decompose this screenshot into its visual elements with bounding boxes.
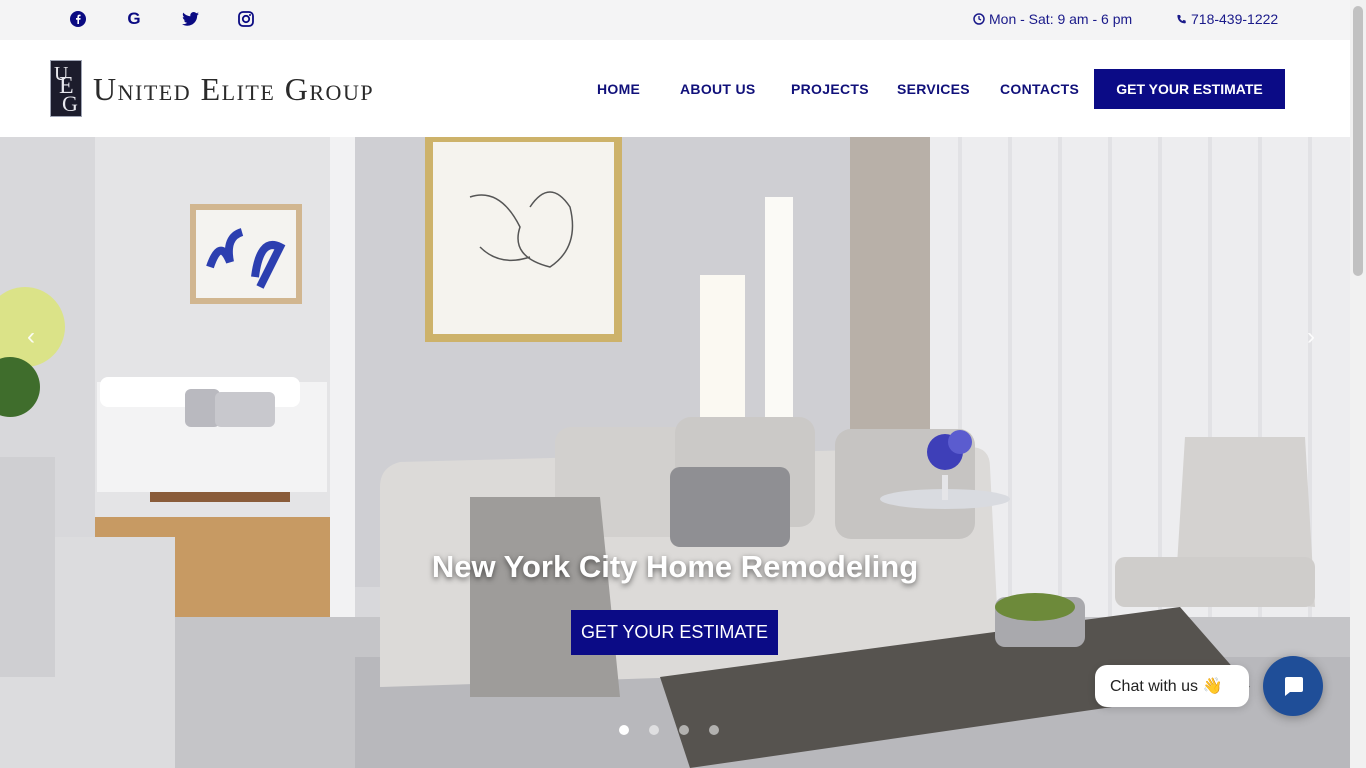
- nav-home[interactable]: HOME: [597, 81, 640, 97]
- business-hours: Mon - Sat: 9 am - 6 pm: [973, 11, 1132, 27]
- logo-mark[interactable]: U E G: [50, 60, 82, 117]
- chat-bubble[interactable]: Chat with us 👋: [1095, 665, 1249, 707]
- hours-text: Mon - Sat: 9 am - 6 pm: [989, 11, 1133, 27]
- page: G Mon - Sat: 9 am - 6 pm 718-439-1222 U …: [0, 0, 1366, 768]
- page-scrollbar[interactable]: [1350, 0, 1366, 768]
- slider-prev-arrow[interactable]: ‹: [27, 323, 35, 351]
- google-icon[interactable]: G: [124, 9, 144, 29]
- phone[interactable]: 718-439-1222: [1176, 11, 1278, 27]
- top-bar: G Mon - Sat: 9 am - 6 pm 718-439-1222: [0, 0, 1350, 40]
- logo-text-value: United Elite Group: [93, 71, 375, 107]
- scrollbar-thumb[interactable]: [1353, 6, 1363, 276]
- slider-dot-4[interactable]: [709, 725, 719, 735]
- hero-estimate-button[interactable]: GET YOUR ESTIMATE: [571, 610, 778, 655]
- slider-dot-1[interactable]: [619, 725, 629, 735]
- hero-title: New York City Home Remodeling: [431, 549, 919, 584]
- slider-dot-3[interactable]: [679, 725, 689, 735]
- logo-text[interactable]: United Elite Group: [93, 73, 374, 105]
- twitter-icon[interactable]: [180, 9, 200, 29]
- nav-services[interactable]: SERVICES: [897, 81, 970, 97]
- site-header: U E G United Elite Group HOME ABOUT US P…: [0, 40, 1350, 137]
- nav-projects[interactable]: PROJECTS: [791, 81, 869, 97]
- header-estimate-button[interactable]: GET YOUR ESTIMATE: [1094, 69, 1285, 109]
- chat-icon: [1285, 677, 1303, 696]
- phone-icon: [1177, 14, 1186, 23]
- logo-letter-g: G: [62, 91, 78, 116]
- slider-dot-2[interactable]: [649, 725, 659, 735]
- phone-text[interactable]: 718-439-1222: [1191, 11, 1278, 27]
- slider-dots: [619, 725, 719, 735]
- facebook-icon[interactable]: [68, 9, 88, 29]
- clock-icon: [973, 13, 985, 25]
- chat-button[interactable]: [1263, 656, 1323, 716]
- instagram-icon[interactable]: [236, 9, 256, 29]
- chat-label: Chat with us 👋: [1110, 678, 1223, 695]
- nav-about-us[interactable]: ABOUT US: [680, 81, 756, 97]
- slider-next-arrow[interactable]: ›: [1307, 323, 1315, 351]
- nav-contacts[interactable]: CONTACTS: [1000, 81, 1079, 97]
